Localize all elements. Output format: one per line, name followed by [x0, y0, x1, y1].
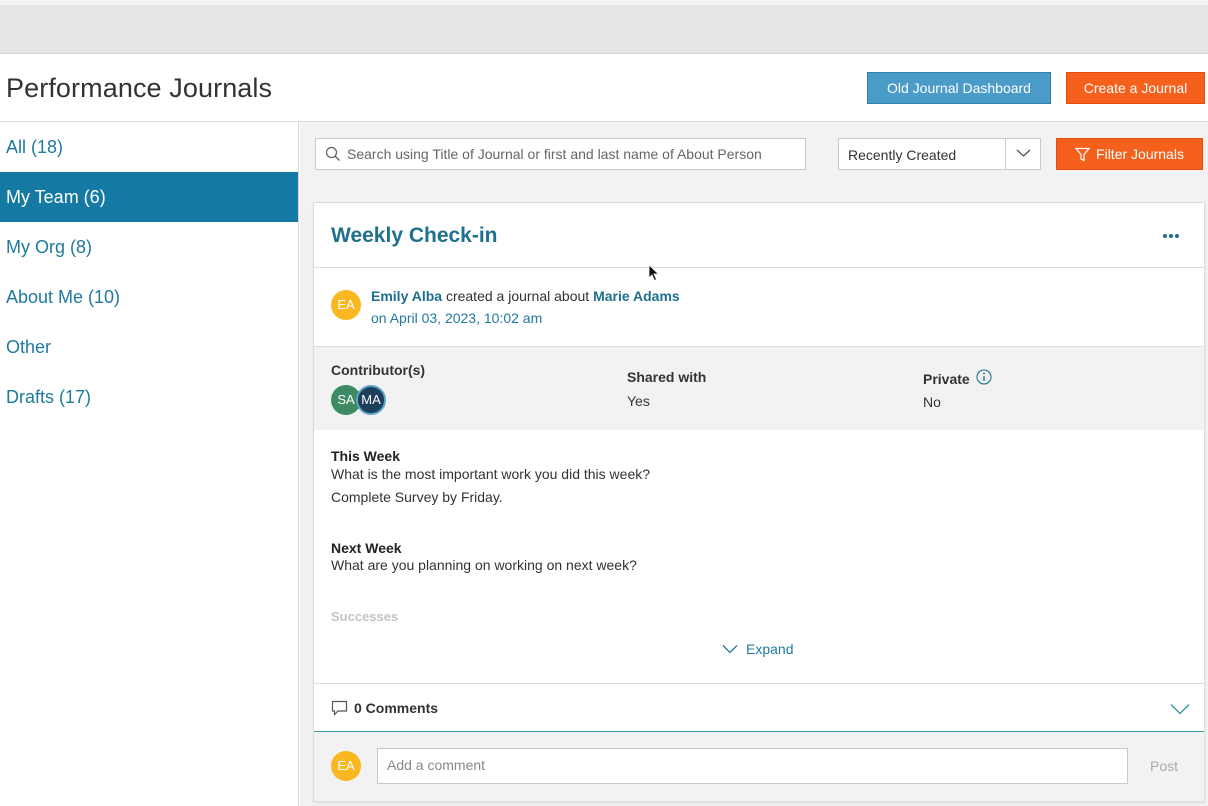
page-header: Performance Journals Old Journal Dashboa… — [0, 54, 1208, 122]
post-comment-button[interactable]: Post — [1150, 758, 1178, 774]
search-icon — [325, 146, 340, 161]
comment-icon — [331, 700, 348, 716]
sidebar-item-my-team[interactable]: My Team (6) — [0, 172, 298, 222]
comments-toggle[interactable]: 0 Comments — [331, 700, 438, 716]
comment-compose: EA Post — [314, 732, 1204, 801]
sidebar-item-other[interactable]: Other — [0, 322, 298, 372]
section-question: What is the most important work you did … — [331, 466, 651, 482]
search-box — [315, 138, 806, 170]
subject-link[interactable]: Marie Adams — [593, 288, 680, 304]
section-question: What are you planning on working on next… — [331, 557, 637, 573]
filter-journals-label: Filter Journals — [1096, 146, 1184, 162]
sort-dropdown-toggle[interactable] — [1005, 139, 1040, 169]
journal-date: on April 03, 2023, 10:02 am — [371, 310, 543, 326]
comment-input[interactable] — [377, 748, 1128, 784]
journal-title[interactable]: Weekly Check-in — [331, 224, 498, 248]
expand-label: Expand — [746, 641, 794, 657]
journal-card: Weekly Check-in EA Emily Alba created a … — [313, 202, 1205, 802]
author-link[interactable]: Emily Alba — [371, 288, 442, 304]
mouse-cursor-icon — [648, 264, 660, 282]
journal-info-band: Contributor(s) SA MA Shared with Yes Pri… — [314, 346, 1204, 430]
private-label-text: Private — [923, 371, 970, 387]
info-icon[interactable] — [976, 369, 992, 385]
section-title: This Week — [331, 448, 400, 464]
create-journal-button[interactable]: Create a Journal — [1066, 72, 1205, 104]
filter-icon — [1074, 147, 1091, 162]
sort-select-value: Recently Created — [848, 147, 957, 163]
top-bar — [0, 0, 1208, 54]
page-title: Performance Journals — [6, 73, 273, 103]
chevron-down-icon[interactable] — [1170, 703, 1190, 715]
contributors-label: Contributor(s) — [331, 362, 426, 378]
main-content: Recently Created Filter Journals Weekly … — [300, 122, 1208, 806]
filter-journals-button[interactable]: Filter Journals — [1056, 138, 1203, 170]
sidebar-item-all[interactable]: All (18) — [0, 122, 298, 172]
commenter-avatar: EA — [331, 751, 361, 781]
shared-with-label: Shared with — [627, 369, 707, 385]
old-journal-dashboard-button[interactable]: Old Journal Dashboard — [867, 72, 1051, 104]
sidebar: All (18) My Team (6) My Org (8) About Me… — [0, 122, 299, 806]
divider — [314, 683, 1204, 684]
sort-select[interactable]: Recently Created — [838, 138, 1041, 170]
section-answer: Complete Survey by Friday. — [331, 489, 503, 505]
expand-button[interactable]: Expand — [722, 641, 793, 657]
sidebar-item-about-me[interactable]: About Me (10) — [0, 272, 298, 322]
comments-count: 0 Comments — [354, 700, 439, 716]
sidebar-item-drafts[interactable]: Drafts (17) — [0, 372, 298, 422]
section-title: Next Week — [331, 540, 402, 556]
private-label: Private — [923, 369, 992, 387]
chevron-down-icon — [722, 645, 738, 654]
sidebar-item-my-org[interactable]: My Org (8) — [0, 222, 298, 272]
chevron-down-icon — [1016, 149, 1031, 157]
journal-action-text: created a journal about — [442, 288, 594, 304]
journal-meta: Emily Alba created a journal about Marie… — [371, 288, 680, 304]
divider — [314, 267, 1204, 268]
faded-section-title: Successes — [331, 609, 399, 624]
author-avatar: EA — [331, 290, 361, 320]
contributor-avatar: MA — [356, 385, 386, 415]
shared-with-value: Yes — [627, 393, 650, 409]
more-options-icon[interactable] — [1162, 233, 1180, 239]
search-input[interactable] — [347, 139, 802, 169]
private-value: No — [923, 394, 941, 410]
